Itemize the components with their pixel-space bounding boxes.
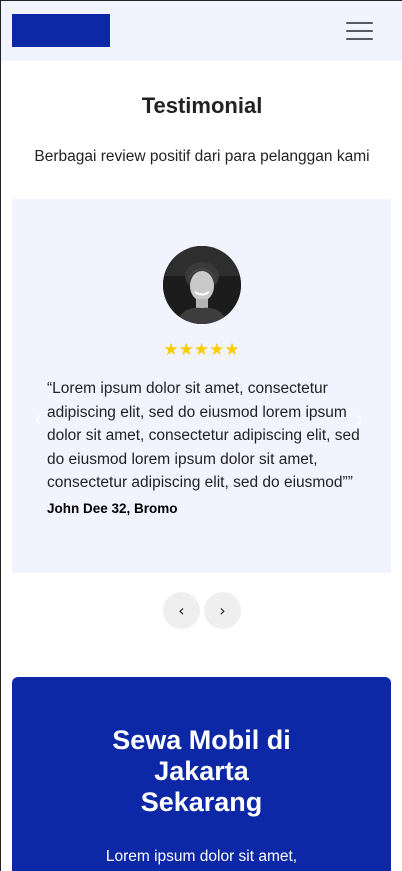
avatar-photo bbox=[163, 246, 241, 324]
cta-title-line2: Jakarta bbox=[154, 756, 249, 786]
testimonial-subtitle: Berbagai review positif dari para pelang… bbox=[34, 148, 370, 165]
cta-title-line3: Sekarang bbox=[140, 787, 263, 817]
card-prev-chevron-icon[interactable]: ‹ bbox=[34, 403, 43, 434]
navbar bbox=[1, 1, 402, 61]
testimonial-quote: “Lorem ipsum dolor sit amet, consectetur… bbox=[47, 380, 360, 491]
menu-bar-bottom bbox=[346, 38, 373, 40]
rating-stars: ★★★★★ bbox=[163, 340, 240, 359]
cta-text: Lorem ipsum dolor sit amet, bbox=[105, 848, 298, 865]
menu-bar-middle bbox=[346, 30, 373, 32]
cta-title: Sewa Mobil di Jakarta Sekarang bbox=[12, 725, 391, 818]
testimonial-title: Testimonial bbox=[141, 93, 263, 118]
hamburger-menu-icon[interactable] bbox=[346, 20, 373, 42]
testimonial-card: ★★★★★ ‹ › “Lorem ipsum dolor sit amet, c… bbox=[12, 199, 391, 573]
cta-title-line1: Sewa Mobil di bbox=[112, 725, 291, 755]
avatar bbox=[163, 246, 241, 324]
brand-logo[interactable] bbox=[12, 14, 110, 47]
prev-button[interactable]: ‹ bbox=[163, 592, 200, 629]
next-button[interactable]: › bbox=[204, 592, 241, 629]
cta-banner: Sewa Mobil di Jakarta Sekarang Lorem ips… bbox=[12, 677, 391, 871]
reviewer-name: John Dee 32, Bromo bbox=[47, 501, 178, 516]
menu-bar-top bbox=[346, 22, 373, 24]
